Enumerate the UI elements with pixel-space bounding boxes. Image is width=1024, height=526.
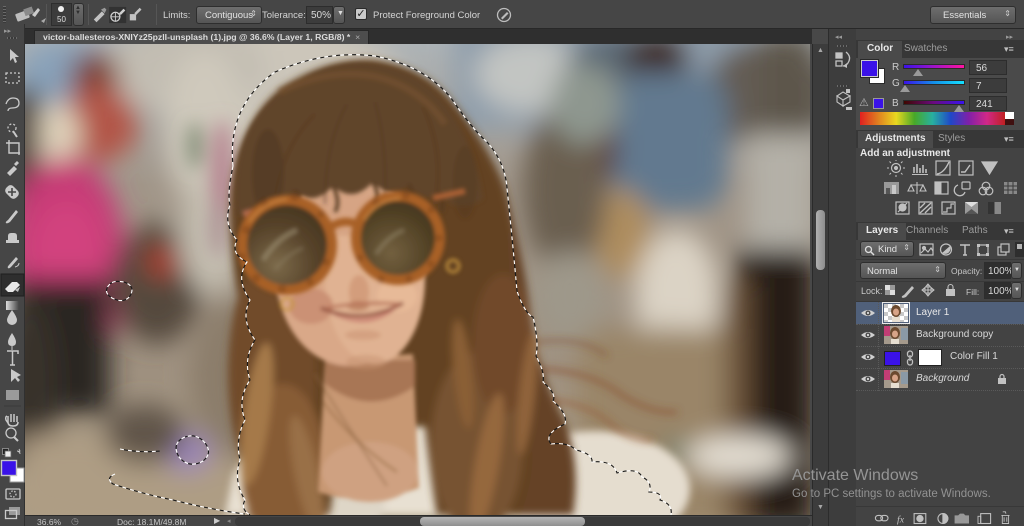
svg-text:fx: fx bbox=[897, 515, 905, 526]
